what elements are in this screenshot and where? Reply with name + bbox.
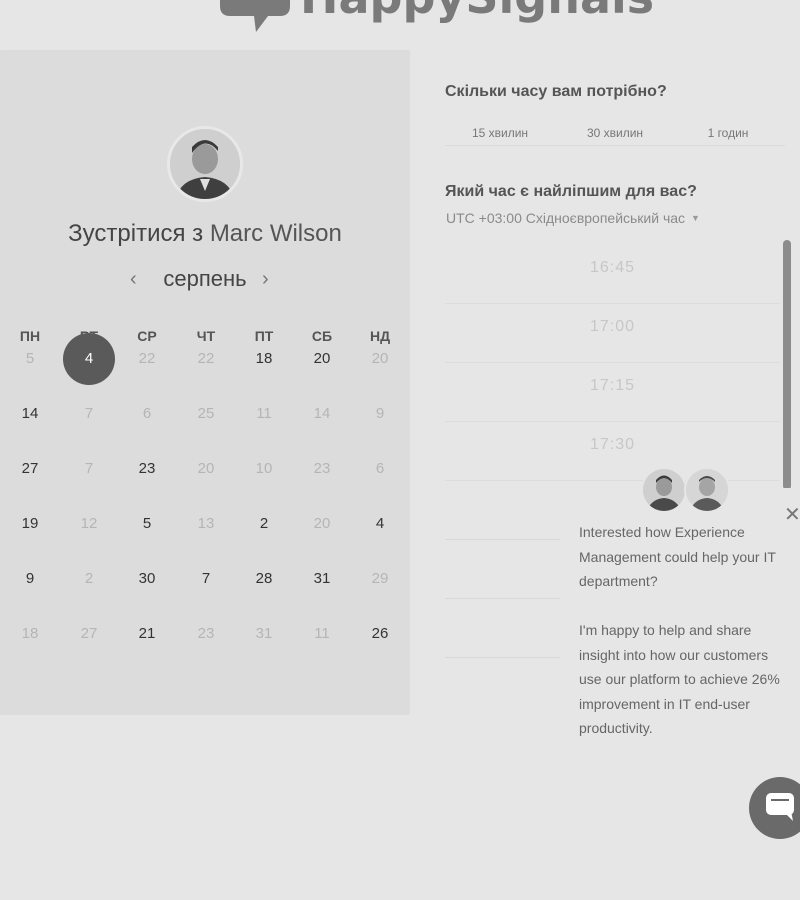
calendar-grid: 5 4 22 22 18 20 20 14 7 6 25 11 14 9 27 7 23 20 10 23 6 19 12 5…: [0, 333, 410, 688]
time-slot[interactable]: [445, 540, 560, 599]
time-slot[interactable]: 17:30: [445, 422, 780, 481]
host-prefix: Зустрітися з: [68, 220, 210, 247]
calendar-day-unavailable: 6: [142, 405, 152, 422]
calendar-day-available[interactable]: 20: [297, 347, 347, 371]
duration-option-30[interactable]: 30 хвилин: [560, 126, 670, 140]
duration-option-60[interactable]: 1 годин: [673, 126, 783, 140]
host-avatar: [167, 126, 243, 202]
weekday-header: ПНВТСРЧТПТСБНД: [0, 328, 410, 348]
meeting-host-title: Зустрітися з Marc Wilson: [0, 220, 410, 248]
calendar-day-unavailable: 13: [197, 515, 215, 532]
calendar-day-unavailable: 5: [25, 350, 35, 367]
weekday-label: ПН: [19, 328, 41, 344]
calendar-day-available[interactable]: 26: [355, 622, 405, 646]
time-slot[interactable]: [445, 599, 560, 658]
duration-options: 15 хвилин 30 хвилин 1 годин: [445, 124, 785, 146]
calendar-day-unavailable: 10: [255, 460, 273, 477]
weekday-label: НД: [369, 328, 391, 344]
calendar-day-unavailable: 27: [80, 625, 98, 642]
chat-launcher-button[interactable]: [749, 777, 800, 839]
calendar-day-available[interactable]: 14: [5, 402, 55, 426]
calendar-day-unavailable: 22: [138, 350, 156, 367]
calendar-day-available[interactable]: 2: [239, 512, 289, 536]
calendar-day-unavailable: 20: [197, 460, 215, 477]
chevron-left-icon[interactable]: ‹: [130, 268, 137, 291]
time-slot[interactable]: 17:15: [445, 363, 780, 422]
time-slot-scrollbar[interactable]: [783, 240, 791, 490]
speech-bubble-logo-icon: [220, 0, 290, 32]
calendar-day-available[interactable]: 30: [122, 567, 172, 591]
chat-message-2: I'm happy to help and share insight into…: [579, 622, 780, 736]
time-slot[interactable]: 17:00: [445, 304, 780, 363]
calendar-day-unavailable: 20: [313, 515, 331, 532]
month-navigation: ‹ серпень ›: [0, 266, 410, 296]
chevron-right-icon[interactable]: ›: [262, 268, 269, 291]
agent-portrait-icon: [686, 469, 728, 511]
chat-agent-avatar-1: [641, 467, 687, 513]
calendar-day-unavailable: 7: [84, 405, 94, 422]
month-label: серпень: [163, 266, 247, 291]
calendar-day-unavailable: 20: [371, 350, 389, 367]
calendar-day-unavailable: 11: [314, 625, 330, 642]
calendar-day-unavailable: 31: [255, 625, 273, 642]
duration-question: Скільки часу вам потрібно?: [445, 83, 667, 100]
calendar-day-available[interactable]: 19: [5, 512, 55, 536]
calendar-day-unavailable: 25: [197, 405, 215, 422]
time-slot[interactable]: [445, 658, 560, 715]
calendar-day-available[interactable]: 28: [239, 567, 289, 591]
time-question: Який час є найліпшим для вас?: [445, 183, 697, 200]
weekday-label: СР: [137, 328, 157, 344]
host-name: Marc Wilson: [209, 220, 342, 247]
calendar-day-available[interactable]: 31: [297, 567, 347, 591]
calendar-day-available[interactable]: 5: [122, 512, 172, 536]
caret-down-icon: ▼: [691, 213, 700, 223]
calendar-day-unavailable: 23: [197, 625, 215, 642]
calendar-day-unavailable: 23: [313, 460, 331, 477]
weekday-label: ПТ: [254, 328, 274, 344]
calendar-day-unavailable: 11: [256, 405, 272, 422]
brand-logo: HappySignals: [0, 0, 800, 40]
calendar-day-unavailable: 6: [375, 460, 385, 477]
chat-bubble-icon: [766, 793, 794, 821]
timezone-label: UTC +03:00 Східноєвропейський час: [446, 210, 686, 226]
time-slot[interactable]: 16:45: [445, 245, 780, 304]
chat-message-1: Interested how Experience Management cou…: [579, 524, 776, 589]
calendar-day-available[interactable]: 4: [355, 512, 405, 536]
time-slot[interactable]: [445, 481, 560, 540]
calendar-day-unavailable: 7: [84, 460, 94, 477]
timezone-select[interactable]: UTC +03:00 Східноєвропейський час ▼: [446, 210, 700, 226]
duration-option-15[interactable]: 15 хвилин: [445, 126, 555, 140]
agent-portrait-icon: [643, 469, 685, 511]
brand-logo-text: HappySignals: [300, 0, 654, 24]
calendar-day-unavailable: 2: [84, 570, 94, 587]
host-portrait-icon: [170, 129, 240, 199]
calendar-day-available[interactable]: 7: [181, 567, 231, 591]
calendar-day-available[interactable]: 9: [5, 567, 55, 591]
weekday-label: СБ: [311, 328, 333, 344]
calendar-day-unavailable: 14: [313, 405, 331, 422]
chat-agent-avatar-2: [684, 467, 730, 513]
calendar-day-selected[interactable]: 4: [63, 333, 115, 385]
calendar-day-available[interactable]: 21: [122, 622, 172, 646]
calendar-day-available[interactable]: 27: [5, 457, 55, 481]
calendar-day-unavailable: 9: [375, 405, 385, 422]
calendar-day-available[interactable]: 23: [122, 457, 172, 481]
calendar-day-unavailable: 12: [80, 515, 98, 532]
calendar-day-unavailable: 22: [197, 350, 215, 367]
calendar-day-available[interactable]: 18: [239, 347, 289, 371]
calendar-day-unavailable: 18: [21, 625, 39, 642]
calendar-day-unavailable: 29: [371, 570, 389, 587]
weekday-label: ЧТ: [196, 328, 216, 344]
calendar-panel: Зустрітися з Marc Wilson ‹ серпень › ПНВ…: [0, 50, 410, 715]
